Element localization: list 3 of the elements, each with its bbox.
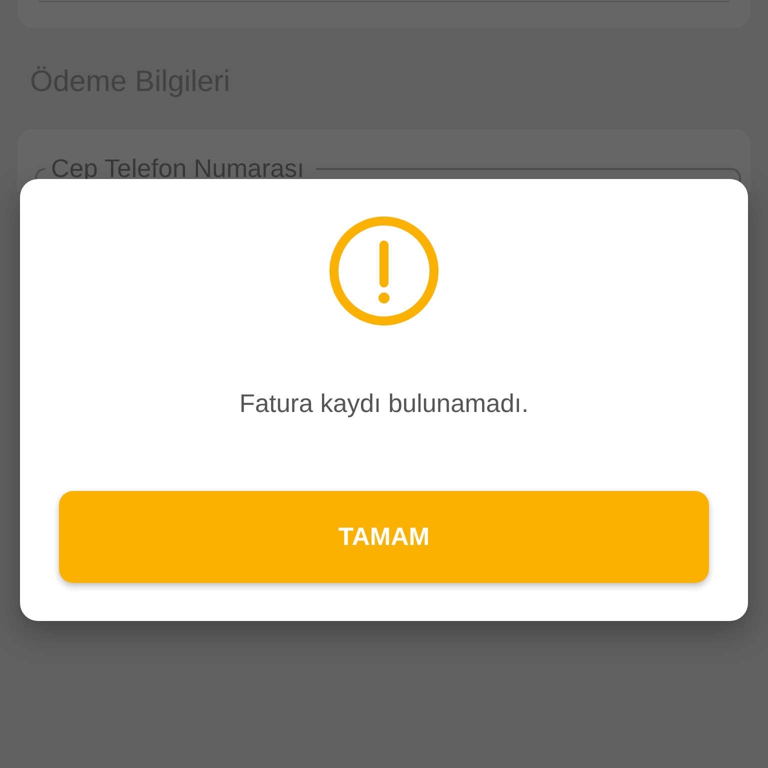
alert-message: Fatura kaydı bulunamadı. <box>239 389 529 419</box>
warning-icon <box>329 216 439 326</box>
ok-button[interactable]: TAMAM <box>59 491 709 583</box>
